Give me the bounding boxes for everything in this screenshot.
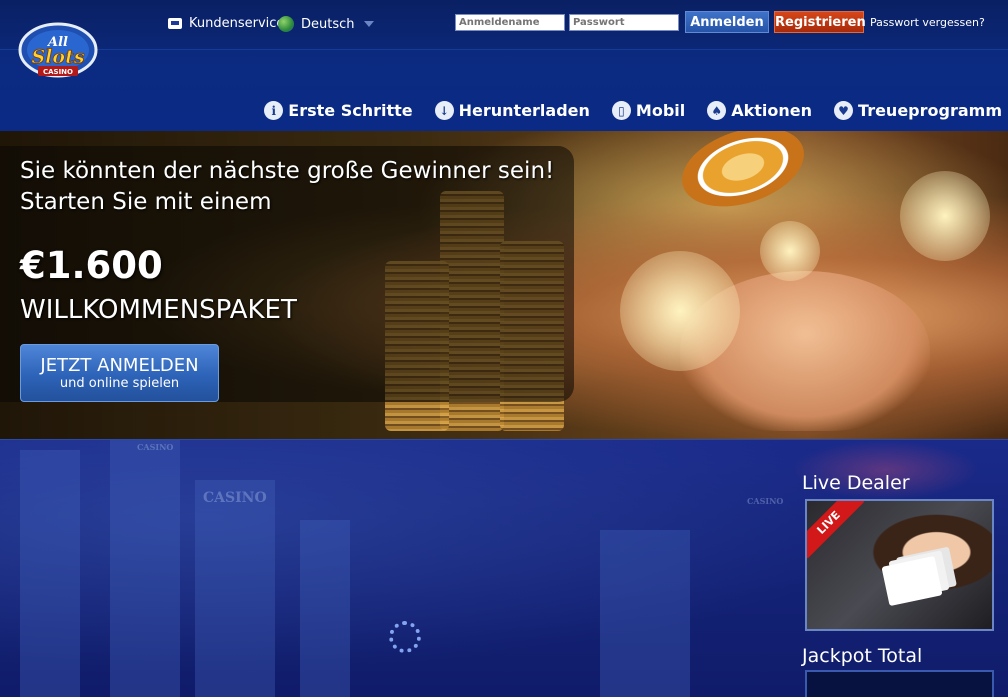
nav-item-aktionen[interactable]: ♠ Aktionen (707, 101, 812, 120)
nav-label: Mobil (635, 101, 686, 120)
info-icon: i (264, 101, 284, 120)
login-form: Anmelden Registrieren Passwort vergessen… (455, 11, 985, 33)
globe-icon (278, 16, 294, 32)
casino-chip-image (671, 131, 815, 221)
sparkle-decoration (760, 221, 820, 281)
nav-item-mobil[interactable]: ▯ Mobil (611, 101, 686, 120)
language-label: Deutsch (301, 16, 355, 32)
jackpot-total-box (805, 670, 994, 697)
live-badge: LIVE (807, 501, 865, 559)
forgot-password-link[interactable]: Passwort vergessen? (870, 16, 985, 29)
city-background (600, 530, 690, 697)
city-background (20, 450, 80, 697)
download-icon: ↓ (434, 101, 454, 120)
jackpot-total-title: Jackpot Total (802, 645, 923, 667)
live-dealer-card[interactable]: LIVE (805, 499, 994, 631)
nav-item-herunterladen[interactable]: ↓ Herunterladen (434, 101, 590, 120)
cta-main-label: JETZT ANMELDEN (40, 355, 199, 376)
hero-banner[interactable]: Sie könnten der nächste große Gewinner s… (0, 131, 1008, 439)
sparkle-decoration (620, 251, 740, 371)
site-header: All Slots CASINO Kundenservice Deutsch A… (0, 0, 1008, 131)
casino-sign: CASINO (137, 442, 174, 452)
register-button[interactable]: Registrieren (774, 11, 866, 33)
spade-icon: ♠ (707, 101, 727, 120)
loading-spinner-icon (389, 621, 421, 653)
live-dealer-title: Live Dealer (802, 472, 910, 494)
casino-sign: CASINO (747, 496, 784, 506)
nav-label: Treueprogramm (858, 101, 1002, 120)
language-selector[interactable]: Deutsch (278, 16, 374, 32)
username-input[interactable] (455, 13, 565, 31)
main-nav: i Erste Schritte ↓ Herunterladen ▯ Mobil… (264, 101, 1002, 120)
city-background (110, 440, 180, 697)
password-input[interactable] (569, 13, 679, 31)
promo-panel: Sie könnten der nächste große Gewinner s… (0, 146, 574, 402)
customer-service-link[interactable]: Kundenservice (168, 16, 284, 31)
content-area: CASINO CASINO CASINO Live Dealer LIVE Ja… (0, 439, 1008, 697)
playing-cards-image (881, 555, 943, 607)
bonus-package-label: WILLKOMMENSPAKET (20, 295, 297, 325)
customer-service-label: Kundenservice (189, 16, 285, 31)
signup-cta-button[interactable]: JETZT ANMELDEN und online spielen (20, 344, 219, 402)
nav-item-erste-schritte[interactable]: i Erste Schritte (264, 101, 413, 120)
login-button[interactable]: Anmelden (685, 11, 769, 33)
allslots-logo[interactable]: All Slots CASINO (16, 22, 100, 80)
casino-sign: CASINO (203, 490, 267, 506)
heart-icon: ♥ (834, 101, 854, 120)
sparkle-decoration (900, 171, 990, 261)
cta-sub-label: und online spielen (59, 376, 180, 391)
logo-text-casino: CASINO (43, 68, 73, 76)
nav-label: Aktionen (731, 101, 813, 120)
city-background (195, 480, 275, 697)
nav-label: Herunterladen (458, 101, 590, 120)
promo-headline: Sie könnten der nächste große Gewinner s… (20, 158, 555, 184)
nav-label: Erste Schritte (288, 101, 413, 120)
promo-subline: Starten Sie mit einem (20, 189, 272, 215)
logo-text-slots: Slots (31, 46, 84, 68)
nav-item-treueprogramm[interactable]: ♥ Treueprogramm (834, 101, 1002, 120)
mobile-icon: ▯ (611, 101, 631, 120)
chevron-down-icon (363, 21, 374, 27)
bonus-amount: €1.600 (20, 244, 163, 287)
chat-icon (168, 18, 182, 29)
city-background (300, 520, 350, 697)
